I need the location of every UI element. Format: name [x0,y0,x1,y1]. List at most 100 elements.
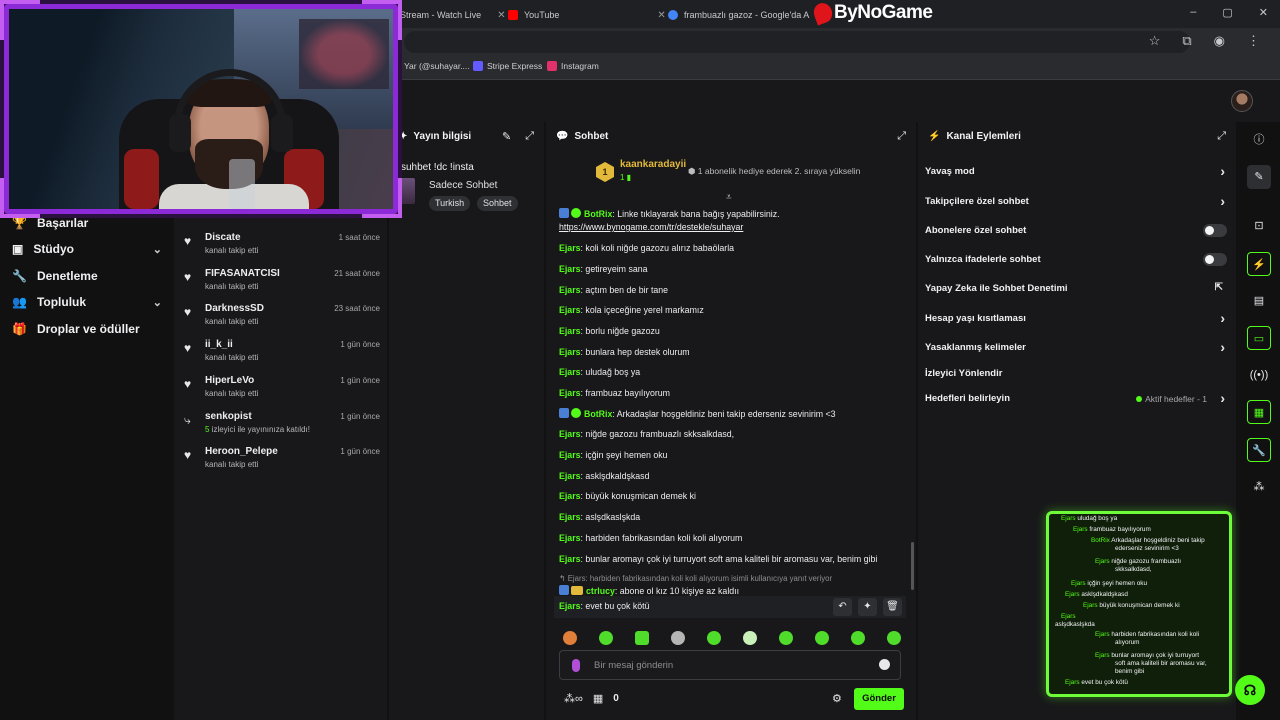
collapse-icon[interactable]: ⩡ [726,192,732,203]
emoji-picker-icon[interactable] [879,659,890,670]
info-icon[interactable]: ⓘ [1247,128,1271,152]
bookmark-item[interactable]: Stripe Express [473,61,542,71]
wrench-icon[interactable]: 🔧 [1247,438,1271,462]
chat-username[interactable]: ctrlucy [586,586,615,596]
chat-username[interactable]: Ejars [559,264,581,274]
document-icon[interactable]: ▤ [1247,289,1271,313]
action-banned-words[interactable]: Yasaklanmış kelimeler › [925,339,1229,357]
delete-icon[interactable]: 🗑 [883,598,902,616]
chat-input[interactable]: Bir mesaj gönderin [559,650,901,680]
emote-icon[interactable] [815,631,829,645]
chat-username[interactable]: Ejars [559,285,581,295]
chat-username[interactable]: Ejars [559,512,581,522]
chat-username[interactable]: Ejars [559,554,581,564]
popout-icon[interactable]: ⤢ [525,130,534,143]
action-followers-only[interactable]: Takipçilere özel sohbet › [925,193,1229,211]
layers-icon[interactable]: ▦ [1247,400,1271,424]
emote-icon[interactable] [707,631,721,645]
chat-scrollbar[interactable] [911,542,914,590]
chat-username[interactable]: Ejars [559,601,581,611]
action-account-age[interactable]: Hesap yaşı kısıtlaması › [925,310,1229,328]
extensions-icon[interactable]: ⧉ [1182,33,1191,49]
emote-icon[interactable] [563,631,577,645]
avatar[interactable] [1231,90,1253,112]
microphone-icon[interactable] [572,659,580,672]
reply-reference[interactable]: ↰ Ejars: harbiden fabrikasından koli kol… [559,574,904,583]
emote-icon[interactable] [851,631,865,645]
subscribers-only-toggle[interactable] [1203,224,1227,237]
activity-username[interactable]: DarknessSD [205,303,264,314]
bookmark-star-icon[interactable]: ☆ [1149,33,1161,49]
edit-icon[interactable]: ✎ [502,130,511,143]
close-tab-icon[interactable]: ✕ [497,10,505,21]
activity-username[interactable]: Discate [205,232,241,243]
maximize-icon[interactable]: ▢ [1222,6,1232,19]
action-ai-moderation[interactable]: Yapay Zeka ile Sohbet Denetimi ⇱ [925,280,1229,298]
chat-username[interactable]: Ejars [559,367,581,377]
broadcast-icon[interactable]: ((•)) [1247,363,1271,387]
chat-username[interactable]: Ejars [559,243,581,253]
browser-tab-youtube[interactable]: YouTube ✕ [508,4,666,26]
activity-username[interactable]: Heroon_Pelepe [205,446,278,457]
chat-text: bunlara hep destek olurum [585,347,690,357]
pin-icon[interactable]: ✦ [858,598,877,616]
close-tab-icon[interactable]: ✕ [657,10,665,21]
donation-link[interactable]: https://www.bynogame.com/tr/destekle/suh… [559,222,743,232]
action-set-goals[interactable]: Hedefleri belirleyin Aktif hedefler - 1 … [925,390,1229,408]
address-bar[interactable] [404,31,1190,53]
chat-username[interactable]: BotRix [584,409,612,419]
chat-username[interactable]: Ejars [559,388,581,398]
chat-username[interactable]: Ejars [559,326,581,336]
sidebar-item-drops[interactable]: 🎁 Droplar ve ödüller [12,322,162,336]
browser-tab-google[interactable]: frambuazlı gazoz - Google'da A [668,4,809,26]
emote-icon[interactable] [743,631,757,645]
emote-icon[interactable] [779,631,793,645]
emotes-only-toggle[interactable] [1203,253,1227,266]
heart-icon: ♥ [184,377,192,391]
menu-icon[interactable]: ⋮ [1247,33,1260,49]
chat-username[interactable]: Ejars [559,347,581,357]
profile-icon[interactable]: ◉ [1214,33,1225,49]
bolt-icon[interactable]: ⚡ [1247,252,1271,276]
chat-username[interactable]: BotRix [584,209,612,219]
sidebar-item-achievements[interactable]: 🏆 Başarılar [12,216,162,230]
popout-icon[interactable]: ⤢ [897,130,906,143]
browser-tab-stream[interactable]: Stream - Watch Live ✕ [400,4,506,26]
emote-icon[interactable] [887,631,901,645]
bookmark-item[interactable]: Instagram [547,61,599,71]
gifter-username[interactable]: kaankaradayii [620,159,686,170]
close-window-icon[interactable]: ✕ [1259,6,1268,19]
send-button[interactable]: Gönder [854,688,904,710]
chat-username[interactable]: Ejars [559,471,581,481]
minimize-icon[interactable]: – [1190,6,1196,19]
action-host-channel[interactable]: İzleyici Yönlendir [925,365,1229,383]
action-slow-mode[interactable]: Yavaş mod › [925,163,1229,181]
bookmark-item[interactable]: Yar (@suhayar.... [404,61,470,71]
activity-username[interactable]: HiperLeVo [205,375,254,386]
action-emotes-only: Yalnızca ifadelerle sohbet [925,251,1229,269]
emote-icon[interactable] [599,631,613,645]
popout-icon[interactable]: ⤢ [1217,130,1226,143]
pencil-icon[interactable]: ✎ [1247,165,1271,189]
apps-icon[interactable]: ⁂ [1247,475,1271,499]
screen-capture-icon[interactable]: ⊡ [1247,214,1271,238]
chat-username[interactable]: Ejars [559,450,581,460]
reply-icon[interactable]: ↶ [833,598,852,616]
sidebar-item-community[interactable]: 👥 Topluluk ⌄ [12,295,162,309]
chat-username[interactable]: Ejars [559,305,581,315]
gear-icon[interactable]: ⚙ [832,692,842,705]
sidebar-item-moderation[interactable]: 🔧 Denetleme [12,269,162,283]
chat-username[interactable]: Ejars [559,429,581,439]
chat-username[interactable]: Ejars [559,533,581,543]
activity-username[interactable]: senkopist [205,411,252,422]
points-icon[interactable]: ⁂∞ [564,692,583,705]
support-button[interactable]: ☊ [1235,675,1265,705]
chat-username[interactable]: Ejars [559,491,581,501]
activity-username[interactable]: FIFASANATCISI [205,268,280,279]
activity-username[interactable]: ii_k_ii [205,339,233,350]
chat-bubble-icon[interactable]: ▭ [1247,326,1271,350]
gift-icon[interactable]: ▦ [593,692,603,705]
emote-icon[interactable] [635,631,649,645]
sidebar-item-studio[interactable]: ▣ Stüdyo ⌄ [12,242,162,256]
emote-icon[interactable] [671,631,685,645]
